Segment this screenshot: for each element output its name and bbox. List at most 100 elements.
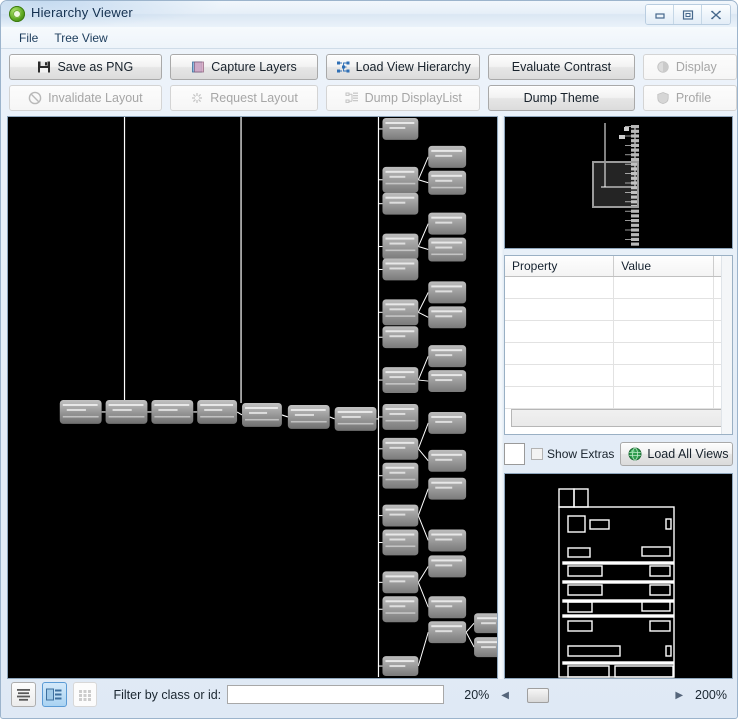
tree-node[interactable]	[382, 596, 419, 623]
property-row[interactable]	[505, 320, 732, 343]
tree-node[interactable]	[428, 170, 467, 195]
tree-node[interactable]	[428, 477, 467, 500]
property-scrollbar[interactable]	[721, 256, 732, 434]
view-mode-grid-button[interactable]	[72, 682, 98, 707]
tree-node[interactable]	[428, 555, 467, 578]
capture-layers-button[interactable]: Capture Layers	[169, 54, 319, 80]
checkbox-box[interactable]	[531, 448, 544, 460]
grid-icon	[79, 689, 92, 701]
property-name-cell[interactable]	[505, 320, 615, 343]
slider-left-arrow-icon[interactable]: ◀	[501, 690, 509, 701]
tree-node[interactable]	[428, 596, 467, 619]
hierarchy-canvas[interactable]	[7, 116, 498, 679]
load-all-views-button[interactable]: Load All Views	[620, 442, 733, 466]
property-value-cell[interactable]	[613, 320, 714, 343]
menu-item-file[interactable]: File	[11, 29, 46, 47]
slider-right-arrow-icon[interactable]: ▶	[675, 690, 683, 701]
load-view-hierarchy-button[interactable]: Load View Hierarchy	[326, 54, 481, 80]
property-row[interactable]	[505, 386, 732, 409]
tree-node[interactable]	[382, 258, 419, 281]
property-name-cell[interactable]	[505, 342, 615, 365]
tree-node[interactable]	[382, 437, 419, 460]
property-row[interactable]	[505, 298, 732, 321]
property-value-cell[interactable]	[613, 342, 714, 365]
view-mode-tree-button[interactable]	[11, 682, 36, 707]
overview-graph[interactable]	[505, 117, 732, 248]
zoom-slider[interactable]: ◀ ▶	[501, 685, 683, 705]
tree-node[interactable]	[59, 399, 102, 424]
tree-node[interactable]	[382, 299, 419, 326]
property-edit-field[interactable]	[511, 409, 726, 427]
tree-node[interactable]	[428, 345, 467, 368]
tree-node[interactable]	[197, 399, 238, 424]
tree-node[interactable]	[428, 212, 467, 235]
tree-node[interactable]	[428, 449, 467, 472]
property-row[interactable]	[505, 276, 732, 299]
tree-node[interactable]	[428, 237, 467, 262]
tree-node[interactable]	[428, 411, 467, 434]
tree-node[interactable]	[428, 621, 467, 644]
hierarchy-tree-graph[interactable]	[8, 117, 497, 678]
layout-wireframe-panel[interactable]	[504, 473, 733, 679]
property-row[interactable]	[505, 364, 732, 387]
property-name-cell[interactable]	[505, 386, 615, 409]
tree-node[interactable]	[428, 145, 467, 168]
menu-item-tree-view[interactable]: Tree View	[46, 29, 115, 47]
dump-theme-button[interactable]: Dump Theme	[488, 85, 635, 111]
tree-node[interactable]	[382, 504, 419, 527]
tree-node[interactable]	[382, 117, 419, 140]
list-lines-icon	[16, 689, 30, 701]
overview-node	[631, 214, 639, 218]
tree-node[interactable]	[428, 529, 467, 552]
button-label: Invalidate Layout	[48, 91, 143, 105]
tree-node[interactable]	[474, 637, 497, 658]
color-swatch-button[interactable]	[504, 443, 526, 465]
minimize-button[interactable]	[646, 5, 674, 24]
property-table: Property Value	[505, 256, 732, 409]
show-extras-checkbox[interactable]: Show Extras	[531, 447, 614, 461]
overview-minimap[interactable]	[504, 116, 733, 249]
property-name-cell[interactable]	[505, 364, 615, 387]
shield-icon	[656, 91, 670, 105]
filter-input[interactable]	[227, 685, 445, 704]
property-value-cell[interactable]	[613, 276, 714, 299]
toolbar: Save as PNG Capture Layers Load View Hie…	[1, 50, 737, 114]
tree-node[interactable]	[382, 166, 419, 193]
save-as-png-button[interactable]: Save as PNG	[9, 54, 162, 80]
property-row[interactable]	[505, 342, 732, 365]
property-name-cell[interactable]	[505, 276, 615, 299]
tree-node[interactable]	[428, 306, 467, 329]
tree-node[interactable]	[428, 370, 467, 393]
tree-node[interactable]	[382, 326, 419, 349]
list-icon	[345, 91, 359, 105]
property-value-cell[interactable]	[613, 298, 714, 321]
evaluate-contrast-button[interactable]: Evaluate Contrast	[488, 54, 635, 80]
property-table-body[interactable]	[505, 276, 732, 409]
tree-node[interactable]	[474, 613, 497, 634]
property-panel: Property Value	[504, 255, 733, 435]
property-name-cell[interactable]	[505, 298, 615, 321]
tree-node[interactable]	[428, 281, 467, 304]
tree-node[interactable]	[287, 404, 330, 429]
property-value-cell[interactable]	[613, 386, 714, 409]
tree-node[interactable]	[382, 656, 419, 677]
view-mode-layout-button[interactable]	[41, 682, 67, 707]
maximize-button[interactable]	[674, 5, 702, 24]
tree-node[interactable]	[382, 403, 419, 430]
tree-node[interactable]	[382, 233, 419, 260]
property-value-cell[interactable]	[613, 364, 714, 387]
tree-node[interactable]	[105, 399, 148, 424]
tree-node[interactable]	[242, 402, 282, 427]
tree-node[interactable]	[382, 462, 419, 489]
close-button[interactable]	[702, 5, 730, 24]
tree-node[interactable]	[382, 192, 419, 215]
tree-node[interactable]	[151, 399, 194, 424]
tree-node[interactable]	[382, 529, 419, 556]
column-header-value[interactable]: Value	[613, 256, 714, 277]
tree-node[interactable]	[382, 571, 419, 594]
zoom-slider-thumb[interactable]	[527, 687, 550, 703]
tree-node[interactable]	[382, 367, 419, 394]
column-header-property[interactable]: Property	[505, 256, 615, 277]
property-table-header: Property Value	[505, 256, 732, 277]
tree-node[interactable]	[334, 406, 377, 431]
